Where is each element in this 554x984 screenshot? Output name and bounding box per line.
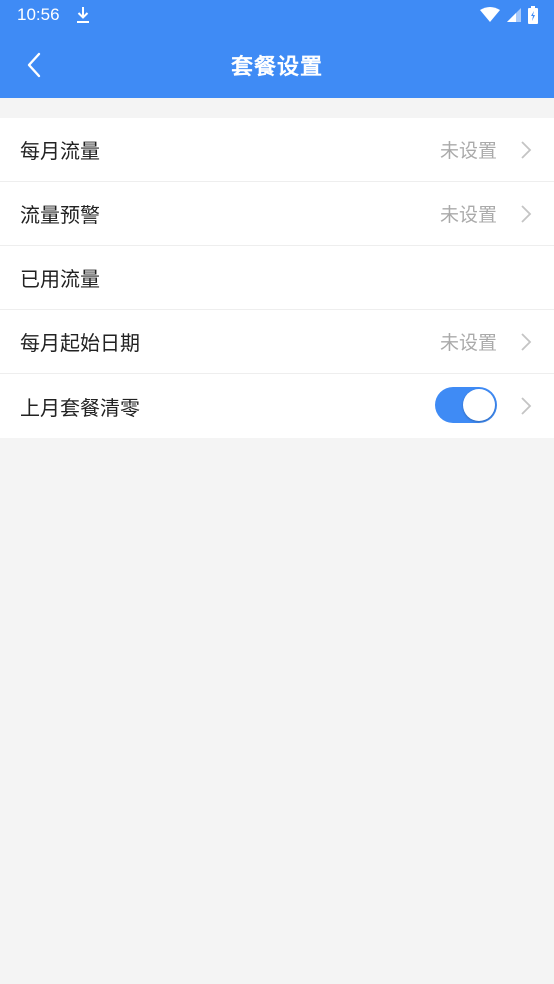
setting-value: 未设置 [439, 332, 497, 354]
setting-value: 未设置 [439, 140, 497, 162]
chevron-right-icon [521, 205, 532, 223]
chevron-right-icon [521, 333, 532, 351]
page-title: 套餐设置 [230, 55, 323, 80]
battery-icon [528, 6, 538, 28]
chevron-right-icon [521, 141, 532, 159]
download-icon [76, 6, 90, 28]
nav-bar: 套餐设置 [0, 31, 554, 98]
reset-toggle[interactable] [435, 387, 497, 423]
setting-data-warning[interactable]: 流量预警 未设置 [0, 182, 554, 246]
app-header: 10:56 套餐设置 [0, 0, 554, 98]
chevron-right-icon [521, 397, 532, 415]
toggle-knob [463, 389, 495, 421]
setting-value: 未设置 [439, 204, 497, 226]
setting-label: 已用流量 [20, 267, 100, 291]
setting-used-data[interactable]: 已用流量 [0, 246, 554, 310]
setting-label: 流量预警 [20, 203, 100, 227]
signal-icon [506, 7, 522, 27]
status-time: 10:56 [17, 5, 60, 24]
setting-monthly-data[interactable]: 每月流量 未设置 [0, 118, 554, 182]
setting-label: 每月流量 [20, 139, 100, 163]
setting-reset-last-month[interactable]: 上月套餐清零 [0, 374, 554, 438]
setting-label: 每月起始日期 [20, 331, 140, 355]
wifi-icon [480, 7, 500, 27]
status-bar: 10:56 [0, 0, 554, 31]
setting-label: 上月套餐清零 [20, 395, 140, 420]
settings-list: 每月流量 未设置 流量预警 未设置 已用流量 每月起始日期 未设置 上月套餐清零 [0, 118, 554, 438]
setting-monthly-start-date[interactable]: 每月起始日期 未设置 [0, 310, 554, 374]
